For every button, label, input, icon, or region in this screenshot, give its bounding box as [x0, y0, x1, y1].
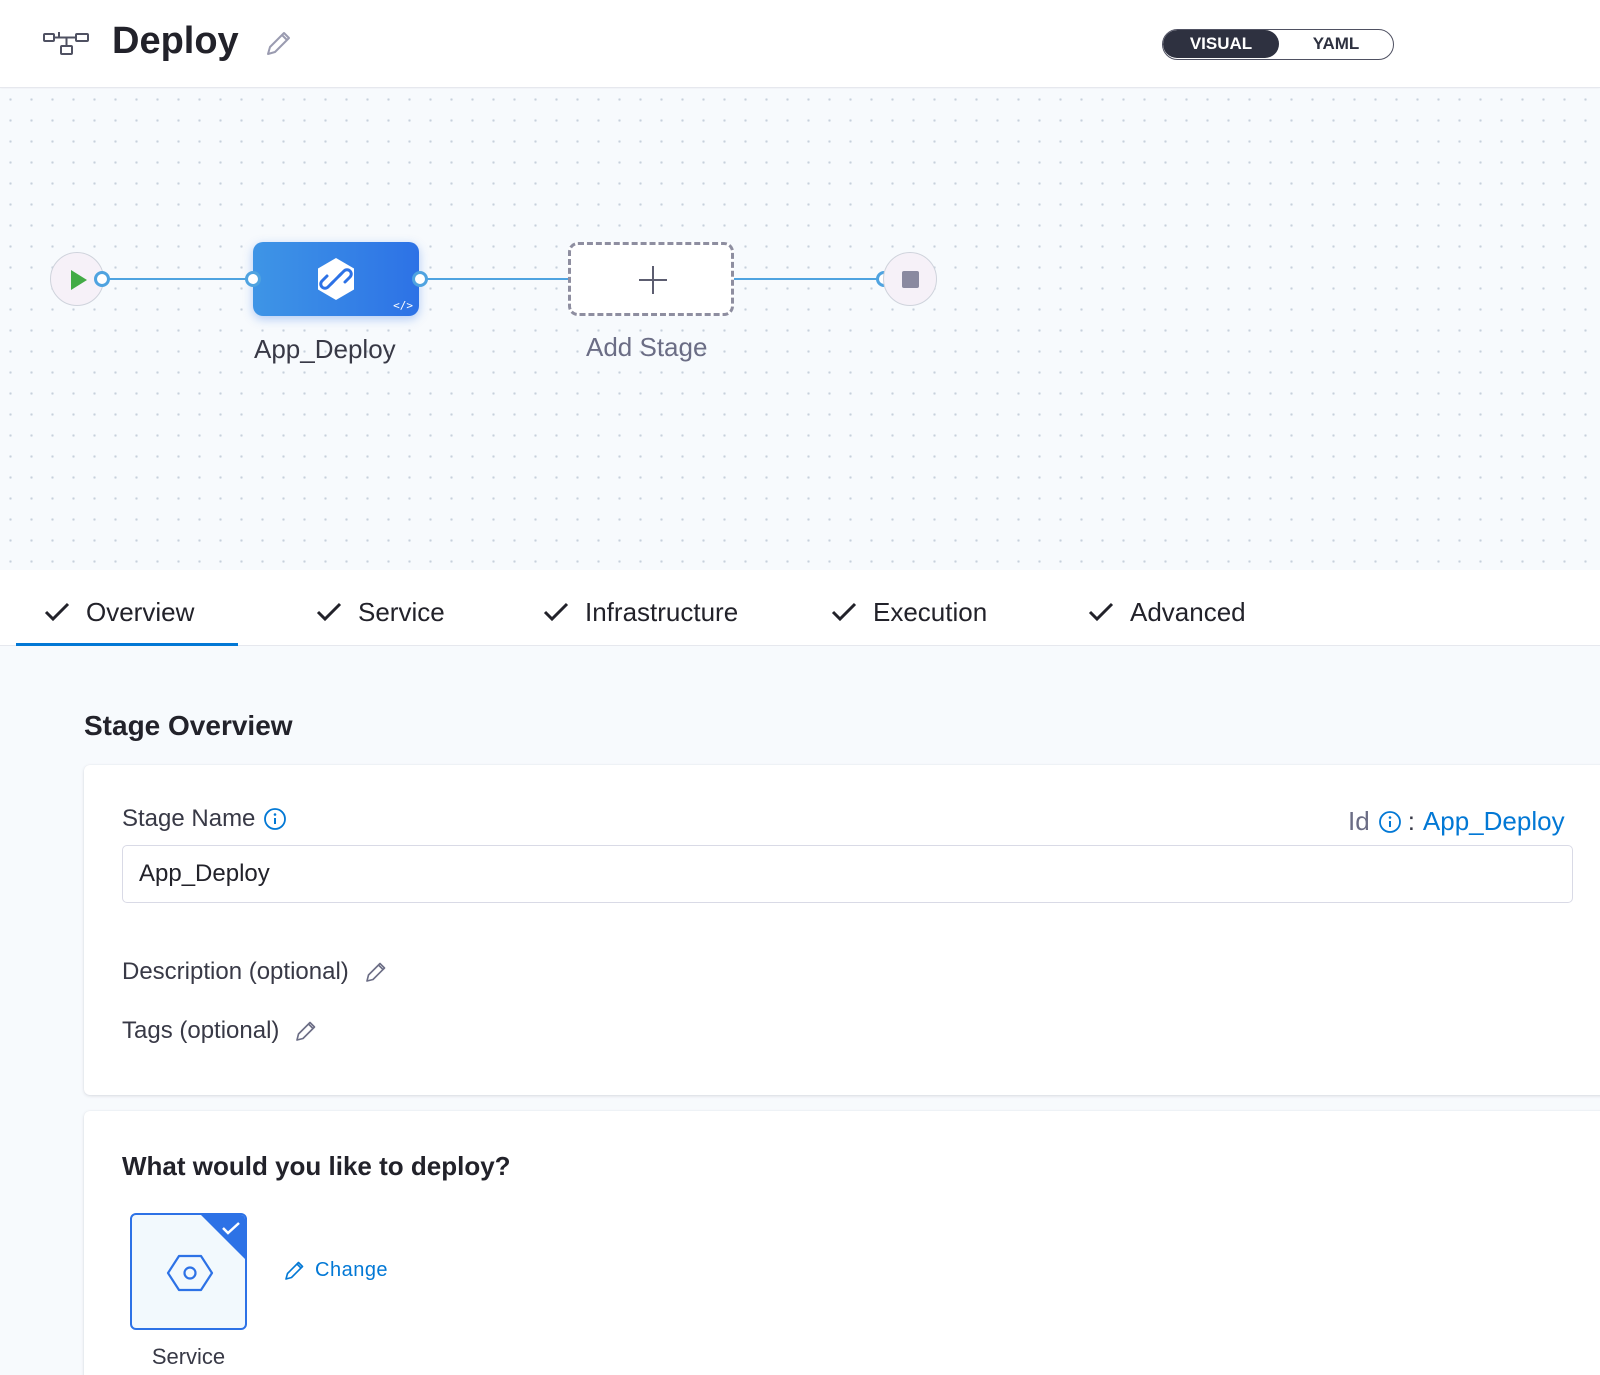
change-deploy-type-button[interactable]: Change — [283, 1258, 388, 1282]
edge-add-to-end — [734, 278, 884, 280]
change-label: Change — [315, 1258, 389, 1281]
section-title: Stage Overview — [84, 710, 293, 741]
edge-stage-to-add — [420, 278, 570, 280]
tags-label: Tags (optional) — [122, 1017, 280, 1044]
play-icon — [71, 270, 87, 290]
stage-output-port — [412, 271, 428, 287]
stage-id-value[interactable]: App_Deploy — [1423, 806, 1565, 837]
stage-input-port — [245, 271, 261, 287]
pipeline-canvas[interactable]: </> App_Deploy Add Stage — [0, 89, 1600, 570]
tab-infrastructure[interactable]: Infrastructure — [543, 592, 738, 632]
info-icon[interactable] — [263, 807, 287, 831]
description-field[interactable]: Description (optional) — [122, 958, 389, 986]
check-icon — [831, 602, 857, 622]
edit-tags-icon[interactable] — [293, 1018, 319, 1044]
tab-execution[interactable]: Execution — [831, 592, 987, 632]
link-hex-icon — [318, 258, 354, 300]
active-tab-indicator — [16, 643, 238, 646]
edit-title-icon[interactable] — [262, 28, 294, 60]
check-icon — [543, 602, 569, 622]
stage-node-app-deploy[interactable]: </> — [253, 242, 419, 316]
edit-description-icon[interactable] — [363, 959, 389, 985]
stop-icon — [902, 271, 919, 288]
pipeline-icon — [43, 32, 89, 55]
service-type-label: Service — [151, 1344, 226, 1369]
tab-label: Execution — [873, 596, 988, 627]
edit-icon — [285, 1261, 304, 1280]
service-type-tile[interactable] — [130, 1213, 247, 1330]
stage-name-input[interactable] — [122, 845, 1573, 903]
add-stage-button[interactable] — [568, 242, 734, 316]
check-icon — [316, 602, 342, 622]
edge-start-to-stage — [103, 278, 253, 280]
selected-check-icon — [222, 1222, 240, 1235]
tab-label: Service — [358, 596, 445, 627]
id-separator: : — [1407, 806, 1415, 836]
description-label: Description (optional) — [122, 958, 349, 985]
tab-label: Advanced — [1130, 596, 1246, 627]
tab-label: Overview — [86, 596, 195, 627]
stage-id: Id : App_Deploy — [1348, 806, 1565, 837]
service-hex-icon — [166, 1254, 214, 1292]
stage-node-label: App_Deploy — [254, 334, 396, 364]
start-port — [94, 271, 110, 287]
page-title: Deploy — [112, 20, 239, 62]
add-stage-label: Add Stage — [586, 332, 708, 362]
tab-service[interactable]: Service — [316, 592, 445, 632]
check-icon — [1088, 602, 1114, 622]
yaml-view-button[interactable]: YAML — [1279, 30, 1393, 58]
stage-name-label: Stage Name — [122, 805, 287, 833]
stage-tabs: Overview Service Infrastructure Executio… — [0, 570, 1600, 646]
check-icon — [44, 602, 70, 622]
deploy-question: What would you like to deploy? — [122, 1151, 511, 1181]
visual-view-button[interactable]: VISUAL — [1163, 30, 1279, 58]
view-mode-toggle[interactable]: VISUAL YAML — [1162, 29, 1394, 60]
tab-label: Infrastructure — [585, 596, 739, 627]
id-label: Id — [1348, 806, 1370, 836]
code-icon: </> — [393, 299, 413, 312]
info-icon[interactable] — [1378, 810, 1402, 834]
pipeline-end-node — [883, 252, 937, 306]
tab-advanced[interactable]: Advanced — [1088, 592, 1246, 632]
pipeline-header: Deploy VISUAL YAML — [0, 0, 1600, 88]
tab-overview[interactable]: Overview — [44, 592, 194, 632]
tags-field[interactable]: Tags (optional) — [122, 1017, 319, 1045]
